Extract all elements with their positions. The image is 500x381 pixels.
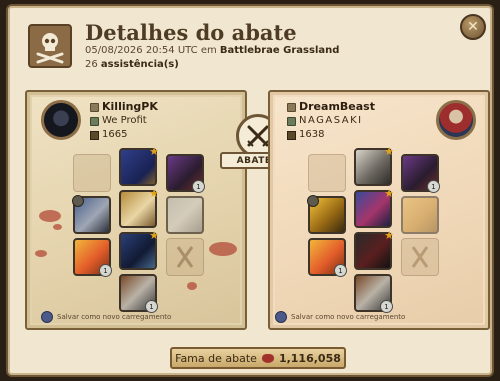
armor-slot[interactable]: ★ [119,187,159,228]
page-title: Detalhes do abate [85,20,297,45]
killer-avatar[interactable] [41,100,81,140]
assist-label: assistência(s) [100,59,179,70]
guild-icon [287,116,296,126]
potion-slot[interactable]: 1 [308,238,347,277]
kill-datetime-location: 05/08/2026 20:54 UTC em Battlebrae Grass… [85,45,339,56]
skull-crossbones-icon [28,24,72,68]
kill-location: Battlebrae Grassland [219,45,340,56]
killer-name[interactable]: KillingPK [102,100,158,114]
save-loadout-link[interactable]: Salvar como novo carregamento [41,311,171,323]
save-loadout-icon [275,311,287,323]
killer-info: KillingPK We Profit 1665 [90,100,158,142]
assist-count-line: 26 assistência(s) [85,59,179,70]
potion-slot[interactable]: 1 [73,238,112,277]
blood-gem-icon [261,353,274,363]
guild-icon [90,116,99,126]
close-icon: ✕ [467,19,479,35]
save-loadout-link[interactable]: Salvar como novo carregamento [275,311,405,323]
mount-slot[interactable]: 1 [119,274,158,313]
player-icon [90,102,99,112]
bag-slot-empty [308,154,346,192]
enchant-star-icon: ★ [384,145,394,158]
offhand-slot[interactable] [166,196,204,234]
victim-item-power: 1638 [299,129,325,140]
player-icon [287,102,296,112]
kill-fame-value: 1,116,058 [278,351,341,365]
mainhand-slot[interactable] [307,195,346,234]
cape-slot[interactable]: 1 [401,154,440,193]
victim-panel: DreamBeast NAGASAKI 1638 ★ 1 ★ 1 ★ 1 Sal… [268,90,490,330]
enchant-star-icon: ★ [384,187,394,200]
victim-info: DreamBeast NAGASAKI 1638 [287,100,375,142]
mainhand-slot[interactable] [72,195,111,234]
enchant-star-icon: ★ [384,229,394,242]
item-power-icon [287,130,296,140]
killer-panel: KillingPK We Profit 1665 ★ 1 ★ 1 ★ 1 Sal… [25,90,247,330]
enchant-star-icon: ★ [149,187,159,200]
save-loadout-label: Salvar como novo carregamento [291,313,406,321]
killer-item-power: 1665 [102,129,128,140]
close-button[interactable]: ✕ [460,14,486,40]
victim-avatar[interactable] [436,100,476,140]
food-slot-empty [401,238,439,276]
mount-slot[interactable]: 1 [354,274,393,313]
victim-guild[interactable]: NAGASAKI [299,114,363,128]
assist-count: 26 [85,59,98,70]
killer-guild[interactable]: We Profit [102,114,147,128]
head-slot[interactable]: ★ [354,145,394,186]
enchant-star-icon: ★ [149,229,159,242]
head-slot[interactable]: ★ [119,145,159,186]
save-loadout-icon [41,311,53,323]
armor-slot[interactable]: ★ [354,187,394,228]
kill-details-window: Detalhes do abate 05/08/2026 20:54 UTC e… [6,4,494,377]
victim-name[interactable]: DreamBeast [299,100,375,114]
shoes-slot[interactable]: ★ [354,229,394,270]
bag-slot-empty [73,154,111,192]
item-power-icon [90,130,99,140]
shoes-slot[interactable]: ★ [119,229,159,270]
kill-fame-badge: Fama de abate 1,116,058 [170,347,346,369]
offhand-slot[interactable] [401,196,439,234]
fork-knife-icon [411,246,429,268]
cape-slot[interactable]: 1 [166,154,205,193]
enchant-star-icon: ★ [149,145,159,158]
kill-datetime: 05/08/2026 20:54 UTC em [85,45,217,56]
save-loadout-label: Salvar como novo carregamento [57,313,172,321]
kill-fame-label: Fama de abate [175,351,257,365]
food-slot-empty [166,238,204,276]
fork-knife-icon [176,246,194,268]
